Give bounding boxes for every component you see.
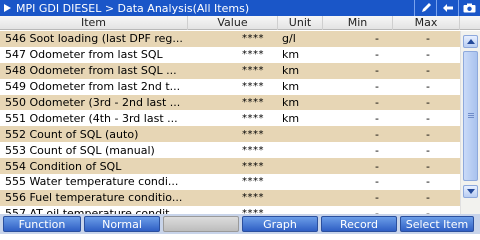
row-item-label: 553 Count of SQL (manual) bbox=[5, 143, 155, 157]
record-button[interactable]: Record bbox=[321, 216, 397, 232]
graph-button[interactable]: Graph bbox=[242, 216, 318, 232]
row-item-label: 549 Odometer from last 2nd t... bbox=[5, 80, 181, 94]
table-row[interactable]: 557 AT oil temperature condit... **** - - bbox=[0, 205, 460, 214]
row-value: **** bbox=[242, 192, 264, 204]
title-bar: MPI GDI DIESEL > Data Analysis(All Items… bbox=[0, 0, 480, 16]
table-row[interactable]: 546 Soot loading (last DPF reg... **** g/l… bbox=[0, 31, 460, 47]
row-max: - bbox=[426, 111, 430, 125]
row-unit: km bbox=[282, 64, 300, 78]
row-unit: g/l bbox=[282, 32, 296, 46]
row-max: - bbox=[426, 143, 430, 157]
select-item-button[interactable]: Select Item bbox=[400, 216, 474, 232]
row-min: - bbox=[375, 127, 379, 141]
row-min: - bbox=[375, 96, 379, 109]
table-row[interactable]: 556 Fuel temperature conditio... **** - - bbox=[0, 189, 460, 206]
back-arrow-icon[interactable] bbox=[436, 0, 458, 16]
row-min: - bbox=[375, 159, 379, 173]
row-max: - bbox=[426, 48, 430, 62]
function-button[interactable]: Function bbox=[3, 216, 81, 232]
row-max: - bbox=[426, 127, 430, 141]
table-row[interactable]: 554 Condition of SQL **** - - bbox=[0, 158, 460, 175]
header-item: Item bbox=[0, 16, 188, 30]
row-value: **** bbox=[242, 176, 264, 188]
row-item-label: 555 Water temperature condi... bbox=[5, 175, 179, 189]
row-unit: km bbox=[282, 96, 300, 109]
row-item-label: 546 Soot loading (last DPF reg... bbox=[5, 32, 183, 46]
header-min: Min bbox=[323, 16, 393, 30]
vertical-scrollbar[interactable] bbox=[460, 31, 480, 214]
row-max: - bbox=[426, 207, 430, 214]
normal-button[interactable]: Normal bbox=[84, 216, 160, 232]
row-value: **** bbox=[242, 65, 264, 77]
row-value: **** bbox=[242, 128, 264, 140]
row-value: **** bbox=[242, 144, 264, 156]
table-row[interactable]: 551 Odometer (4th - 3rd last ... **** km - - bbox=[0, 110, 460, 127]
row-min: - bbox=[375, 111, 379, 125]
table-row[interactable]: 552 Count of SQL (auto) **** - - bbox=[0, 126, 460, 143]
header-unit: Unit bbox=[278, 16, 323, 30]
row-max: - bbox=[426, 80, 430, 94]
table-row[interactable]: 553 Count of SQL (manual) **** - - bbox=[0, 142, 460, 159]
row-max: - bbox=[426, 191, 430, 205]
row-value: **** bbox=[242, 97, 264, 108]
column-header: Item Value Unit Min Max bbox=[0, 16, 480, 30]
camera-icon[interactable] bbox=[458, 0, 480, 16]
row-item-label: 551 Odometer (4th - 3rd last ... bbox=[5, 111, 178, 125]
row-item-label: 557 AT oil temperature condit... bbox=[5, 207, 180, 214]
row-item-label: 556 Fuel temperature conditio... bbox=[5, 191, 183, 205]
row-min: - bbox=[375, 80, 379, 94]
header-max: Max bbox=[393, 16, 460, 30]
row-item-label: 552 Count of SQL (auto) bbox=[5, 127, 139, 141]
row-min: - bbox=[375, 175, 379, 189]
row-value: **** bbox=[242, 33, 264, 45]
row-item-label: 550 Odometer (3rd - 2nd last ... bbox=[5, 96, 181, 109]
row-max: - bbox=[426, 64, 430, 78]
row-value: **** bbox=[242, 81, 264, 93]
data-list: 546 Soot loading (last DPF reg... **** g/l… bbox=[0, 31, 460, 214]
row-max: - bbox=[426, 175, 430, 189]
row-min: - bbox=[375, 48, 379, 62]
row-value: **** bbox=[242, 49, 264, 61]
pencil-icon[interactable] bbox=[414, 0, 436, 16]
triangle-right-icon bbox=[0, 0, 14, 16]
row-min: - bbox=[375, 207, 379, 214]
scroll-down-button[interactable] bbox=[463, 185, 478, 198]
row-max: - bbox=[426, 159, 430, 173]
row-item-label: 547 Odometer from last SQL bbox=[5, 48, 163, 62]
scroll-up-button[interactable] bbox=[463, 35, 478, 48]
row-value: **** bbox=[242, 112, 264, 124]
row-item-label: 554 Condition of SQL bbox=[5, 159, 122, 173]
row-item-label: 548 Odometer from last SQL ... bbox=[5, 64, 177, 78]
table-row[interactable]: 549 Odometer from last 2nd t... **** km - - bbox=[0, 78, 460, 95]
table-row[interactable]: 555 Water temperature condi... **** - - bbox=[0, 174, 460, 190]
table-row[interactable]: 550 Odometer (3rd - 2nd last ... **** km - - bbox=[0, 94, 460, 111]
function-bar: Function Normal Graph Record Select Item bbox=[0, 214, 480, 234]
blank-button bbox=[163, 216, 239, 232]
row-min: - bbox=[375, 32, 379, 46]
scroll-thumb[interactable] bbox=[463, 51, 478, 181]
row-unit: km bbox=[282, 80, 300, 94]
row-min: - bbox=[375, 64, 379, 78]
table-row[interactable]: 548 Odometer from last SQL ... **** km - - bbox=[0, 62, 460, 79]
table-row[interactable]: 547 Odometer from last SQL **** km - - bbox=[0, 46, 460, 63]
breadcrumb-path: MPI GDI DIESEL > Data Analysis(All Items… bbox=[16, 1, 250, 15]
row-max: - bbox=[426, 32, 430, 46]
row-value: **** bbox=[242, 160, 264, 172]
row-max: - bbox=[426, 96, 430, 109]
row-unit: km bbox=[282, 48, 300, 62]
row-min: - bbox=[375, 143, 379, 157]
row-unit: km bbox=[282, 111, 300, 125]
row-min: - bbox=[375, 191, 379, 205]
header-value: Value bbox=[188, 16, 278, 30]
